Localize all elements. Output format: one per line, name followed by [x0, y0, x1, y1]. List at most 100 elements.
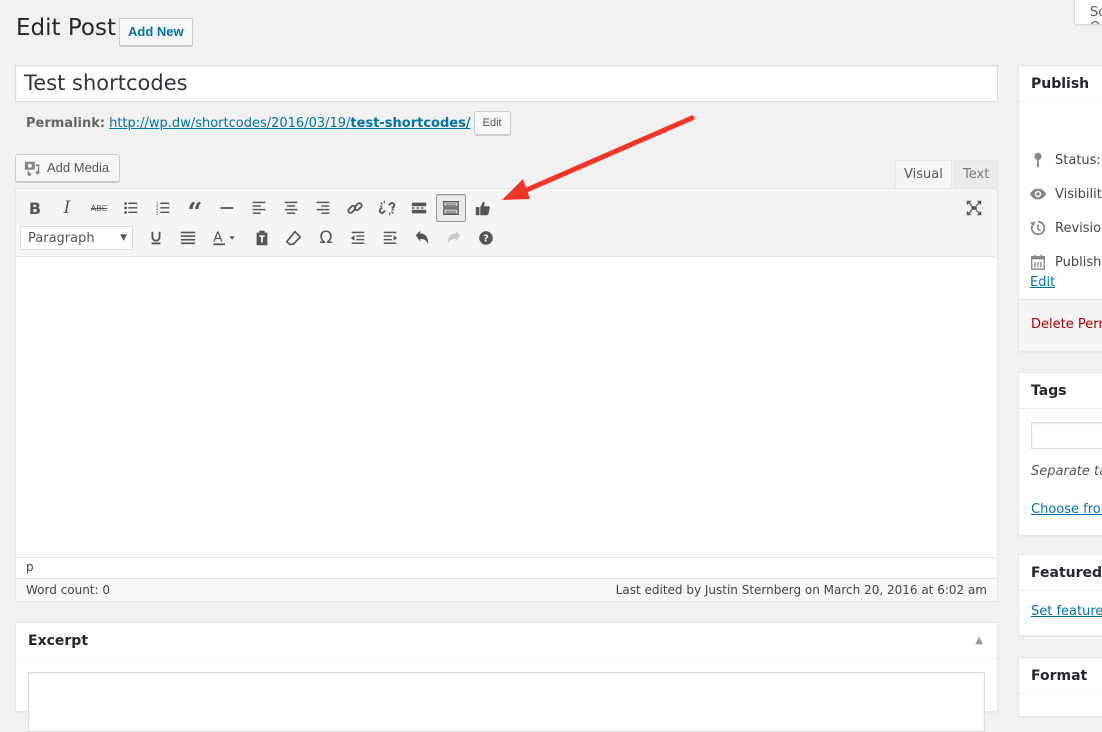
- edit-permalink-button[interactable]: Edit: [473, 111, 511, 135]
- undo-button[interactable]: [407, 224, 437, 252]
- svg-text:?: ?: [483, 234, 489, 245]
- choose-tags-link[interactable]: Choose from the most used tags: [1031, 502, 1102, 517]
- insert-link-icon: [347, 202, 363, 214]
- chevron-down-icon: ▼: [120, 233, 127, 243]
- remove-link-button[interactable]: [372, 194, 402, 222]
- read-more-icon: [411, 202, 427, 214]
- delete-permanently-link[interactable]: Delete Permanently: [1031, 317, 1102, 332]
- post-editor: B I ABC 123 “ Paragraph ▼ A Ω ? p Word c…: [15, 188, 998, 602]
- bold-button[interactable]: B: [20, 194, 50, 222]
- add-media-button[interactable]: Add Media: [15, 154, 121, 182]
- published-on-text: Published on:: [1055, 254, 1102, 270]
- italic-button[interactable]: I: [52, 194, 82, 222]
- text-color-button[interactable]: A: [205, 224, 245, 252]
- featured-image-box: Featured Image Set featured image: [1018, 554, 1102, 636]
- calendar-icon: [1031, 254, 1045, 270]
- remove-link-icon: [378, 200, 396, 216]
- edit-date-link[interactable]: Edit: [1030, 275, 1055, 290]
- collapse-arrow-icon[interactable]: ▲: [975, 635, 983, 646]
- thumbs-up-button[interactable]: [468, 194, 498, 222]
- align-right-button[interactable]: [308, 194, 338, 222]
- status-text: Status: Published: [1055, 152, 1102, 168]
- publish-title: Publish: [1031, 75, 1090, 92]
- bullet-list-button[interactable]: [116, 194, 146, 222]
- screen-options-tab[interactable]: Screen Options: [1074, 0, 1102, 25]
- tab-text[interactable]: Text: [954, 160, 998, 188]
- outdent-button[interactable]: [343, 224, 373, 252]
- svg-text:3: 3: [156, 210, 159, 216]
- revisions-icon: [1029, 220, 1046, 236]
- editor-toolbar: B I ABC 123 “ Paragraph ▼ A Ω ?: [16, 189, 997, 257]
- paste-as-text-button[interactable]: [247, 224, 277, 252]
- justify-icon: [180, 231, 196, 245]
- revisions-row: Revisions: 2: [1029, 219, 1102, 237]
- thumbs-up-icon: [475, 201, 490, 216]
- excerpt-textarea[interactable]: [28, 672, 985, 732]
- numbered-list-icon: 123: [156, 201, 170, 216]
- permalink-url[interactable]: http://wp.dw/shortcodes/2016/03/19/test-…: [109, 116, 471, 131]
- help-button[interactable]: ?: [471, 224, 501, 252]
- add-new-button[interactable]: Add New: [119, 18, 193, 46]
- permalink-label: Permalink:: [26, 115, 106, 131]
- tags-hint: Separate tags with commas: [1031, 464, 1102, 479]
- page-title: Edit Post: [16, 15, 116, 41]
- format-box: Format: [1018, 657, 1102, 717]
- redo-button[interactable]: [439, 224, 469, 252]
- outdent-icon: [350, 231, 365, 244]
- pin-icon: [1034, 152, 1042, 168]
- insert-link-button[interactable]: [340, 194, 370, 222]
- clear-formatting-button[interactable]: [279, 224, 309, 252]
- underline-button[interactable]: [141, 224, 171, 252]
- editor-status-bar: Word count: 0 Last edited by Justin Ster…: [16, 578, 997, 601]
- fullscreen-button[interactable]: [959, 194, 989, 222]
- underline-icon: [151, 231, 161, 245]
- blockquote-button[interactable]: “: [180, 194, 210, 226]
- post-title-input[interactable]: Test shortcodes: [15, 65, 998, 102]
- publish-header[interactable]: Publish: [1019, 66, 1102, 102]
- last-edited: Last edited by Justin Sternberg on March…: [615, 583, 987, 597]
- visibility-text: Visibility: Public: [1055, 186, 1102, 202]
- toolbar-row-1: B I ABC 123 “: [20, 194, 500, 226]
- element-path[interactable]: p: [16, 557, 997, 579]
- visibility-row: Visibility: Public: [1029, 185, 1102, 203]
- help-icon: ?: [479, 231, 493, 245]
- special-character-button[interactable]: Ω: [311, 224, 341, 252]
- revisions-text: Revisions: 2: [1055, 220, 1102, 236]
- format-select-value: Paragraph: [28, 230, 95, 246]
- tags-header[interactable]: Tags: [1019, 373, 1102, 409]
- justify-button[interactable]: [173, 224, 203, 252]
- toolbar-toggle-button[interactable]: [436, 194, 466, 222]
- strikethrough-button[interactable]: ABC: [84, 194, 114, 222]
- align-left-button[interactable]: [244, 194, 274, 222]
- word-count: Word count: 0: [26, 583, 111, 597]
- horizontal-line-icon: [220, 207, 234, 209]
- tags-title: Tags: [1031, 382, 1067, 399]
- featured-image-header[interactable]: Featured Image: [1019, 555, 1102, 591]
- format-title: Format: [1031, 667, 1088, 684]
- align-center-button[interactable]: [276, 194, 306, 222]
- publish-box: Publish Status: Published Visibility: Pu…: [1018, 65, 1102, 352]
- numbered-list-button[interactable]: 123: [148, 194, 178, 222]
- special-character-icon: Ω: [319, 228, 333, 248]
- excerpt-header[interactable]: Excerpt ▲: [16, 623, 997, 659]
- horizontal-line-button[interactable]: [212, 194, 242, 222]
- undo-icon: [415, 230, 429, 245]
- tags-input[interactable]: [1031, 422, 1102, 449]
- arrow-shaft: [519, 115, 695, 195]
- excerpt-title: Excerpt: [28, 632, 89, 649]
- read-more-button[interactable]: [404, 194, 434, 222]
- svg-text:A: A: [213, 230, 223, 246]
- editor-content-area[interactable]: [16, 257, 997, 557]
- set-featured-image-link[interactable]: Set featured image: [1031, 604, 1102, 619]
- eye-icon: [1029, 188, 1047, 200]
- indent-button[interactable]: [375, 224, 405, 252]
- add-media-label: Add Media: [47, 160, 110, 175]
- italic-icon: I: [63, 198, 71, 218]
- permalink-base: http://wp.dw/shortcodes/2016/03/19/: [109, 115, 351, 131]
- format-header[interactable]: Format: [1019, 658, 1102, 694]
- tab-visual[interactable]: Visual: [895, 160, 952, 189]
- published-on-row: Published on:: [1029, 253, 1102, 271]
- permalink-slug: test-shortcodes/: [350, 115, 471, 131]
- clear-formatting-icon: [285, 230, 302, 246]
- paragraph-format-select[interactable]: Paragraph ▼: [20, 226, 133, 250]
